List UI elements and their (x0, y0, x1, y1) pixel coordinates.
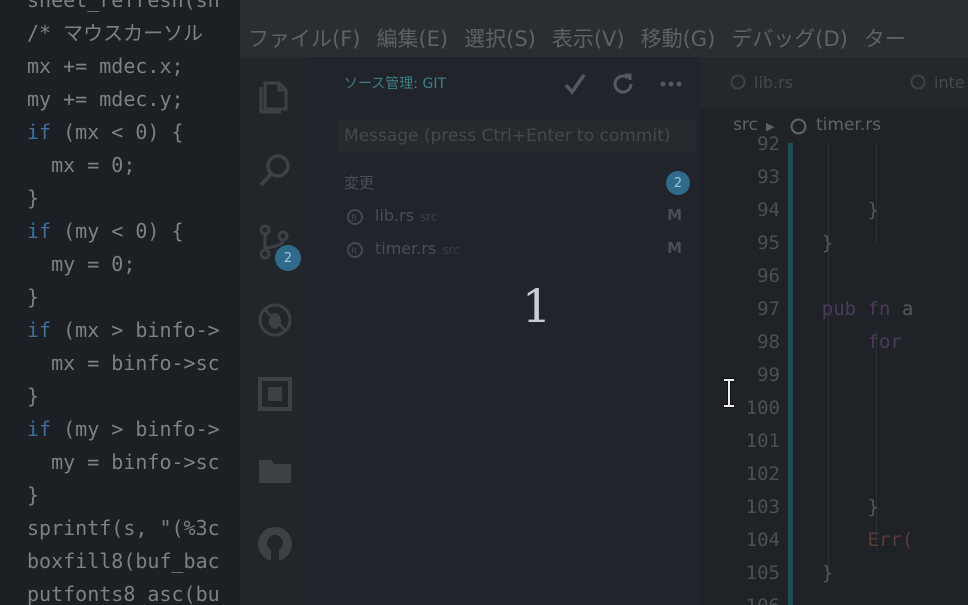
menu-item[interactable]: ター (864, 23, 906, 57)
more-actions-icon[interactable] (658, 71, 684, 97)
tab-lib-rs[interactable]: lib.rs (730, 73, 793, 92)
menu-bar: ファイル(F) 編集(E) 選択(S) 表示(V) 移動(G) デバッグ(D) ター (240, 0, 968, 57)
svg-text:R: R (351, 214, 357, 224)
extensions-icon[interactable] (256, 375, 294, 413)
rust-file-icon (910, 74, 926, 90)
line-number-gutter: 92 93 94 95 96 97 98 99 100 101 102 103 104 105 106 (700, 133, 786, 605)
folder-icon[interactable] (256, 451, 294, 489)
code-area[interactable]: } } pub fn a for } Err( } (796, 143, 968, 605)
background-code-line: mx = binfo->sc (27, 351, 220, 375)
background-code-line: mx = 0; (27, 153, 136, 177)
line-number: 97 (757, 298, 780, 320)
background-code-line: sprintf(s, "(%3c (27, 516, 220, 540)
background-code-line: sheet_refresh(sh (27, 0, 220, 12)
changed-file-row[interactable]: R lib.rs src M (338, 201, 696, 231)
menu-item[interactable]: ファイル(F) (248, 23, 360, 57)
vscode-window: ファイル(F) 編集(E) 選択(S) 表示(V) 移動(G) デバッグ(D) ター 2 ソ… (240, 0, 968, 605)
menu-item[interactable]: デバッグ(D) (731, 23, 848, 57)
file-status: M (667, 239, 682, 257)
line-number: 95 (757, 232, 780, 254)
commit-check-icon[interactable] (562, 71, 588, 97)
line-number: 94 (757, 199, 780, 221)
background-code-line: } (27, 483, 40, 507)
menu-item[interactable]: 移動(G) (641, 23, 716, 57)
source-control-panel: ソース管理: GIT 変更 2 R lib.rssrc M R timer.rs… (310, 57, 700, 605)
background-code-line: if (mx > binfo-> (27, 318, 220, 342)
background-code-window: sheet_refresh(sh /* マウスカーソル mx += mdec.x; m… (0, 0, 240, 605)
rust-file-icon: R (346, 241, 364, 259)
background-code-line: } (27, 186, 40, 210)
breadcrumb: src ▶ timer.rs (700, 109, 968, 143)
breadcrumb-file[interactable]: timer.rs (816, 115, 881, 135)
code-line: pub fn a (821, 298, 914, 320)
code-line: } (867, 199, 879, 221)
line-number: 105 (745, 562, 780, 584)
panel-title: ソース管理: GIT (344, 76, 446, 92)
scm-badge: 2 (275, 245, 301, 271)
svg-text:R: R (351, 247, 357, 257)
code-line: Err( (867, 529, 914, 551)
line-number: 103 (745, 496, 780, 518)
background-code-line: /* マウスカーソル (27, 21, 204, 45)
code-line: } (867, 496, 879, 518)
background-code-line: putfonts8_asc(bu (27, 582, 220, 605)
menu-item[interactable]: 編集(E) (376, 23, 448, 57)
commit-message-input[interactable] (338, 120, 696, 152)
line-number: 98 (757, 331, 780, 353)
code-line: for (867, 331, 902, 353)
line-number: 104 (745, 529, 780, 551)
line-number: 96 (757, 265, 780, 287)
background-code-line: mx += mdec.x; (27, 54, 184, 78)
code-line: } (821, 562, 834, 584)
line-number: 99 (757, 364, 780, 386)
refresh-icon[interactable] (610, 71, 636, 97)
rust-file-icon (730, 74, 746, 90)
breadcrumb-folder[interactable]: src (733, 115, 758, 135)
text-cursor-icon (724, 378, 734, 408)
line-number: 106 (746, 595, 780, 605)
background-code-line: my = 0; (27, 252, 136, 276)
line-number: 101 (745, 430, 780, 452)
tab-inte[interactable]: inte (910, 73, 965, 92)
changes-count-badge: 2 (666, 171, 690, 195)
github-icon[interactable] (256, 525, 294, 563)
scm-change-indicator (788, 143, 793, 605)
file-name: lib.rs src (375, 206, 438, 225)
line-number: 92 (757, 133, 780, 155)
background-code-line: if (mx < 0) { (27, 120, 184, 144)
rust-file-icon (790, 118, 807, 140)
chevron-right-icon: ▶ (766, 120, 775, 133)
background-code-line: my += mdec.y; (27, 87, 184, 111)
background-code-line: if (my > binfo-> (27, 417, 220, 441)
overlay-number: 1 (522, 279, 552, 333)
line-number: 102 (745, 463, 780, 485)
line-number: 93 (757, 166, 780, 188)
debug-icon[interactable] (256, 301, 294, 339)
line-number: 100 (745, 397, 780, 419)
background-code-line: my = binfo->sc (27, 450, 220, 474)
menu-item[interactable]: 表示(V) (552, 23, 625, 57)
search-icon[interactable] (256, 151, 294, 189)
file-status: M (667, 206, 682, 224)
editor-area: lib.rs inte src ▶ timer.rs 92 93 94 95 96 97 9… (700, 57, 968, 605)
code-line: } (821, 232, 834, 254)
changed-file-row[interactable]: R timer.rs src M (338, 234, 696, 264)
changes-section-label[interactable]: 変更 (344, 172, 374, 193)
file-name: timer.rs src (375, 239, 460, 258)
rust-file-icon: R (346, 208, 364, 226)
background-code-line: if (my < 0) { (27, 219, 184, 243)
files-icon[interactable] (256, 77, 294, 115)
tab-bar: lib.rs inte (700, 57, 968, 109)
background-code-line: } (27, 285, 40, 309)
background-code-line: } (27, 384, 40, 408)
activity-bar: 2 (240, 57, 310, 605)
background-code-line: boxfill8(buf_bac (27, 549, 220, 573)
menu-item[interactable]: 選択(S) (464, 23, 536, 57)
